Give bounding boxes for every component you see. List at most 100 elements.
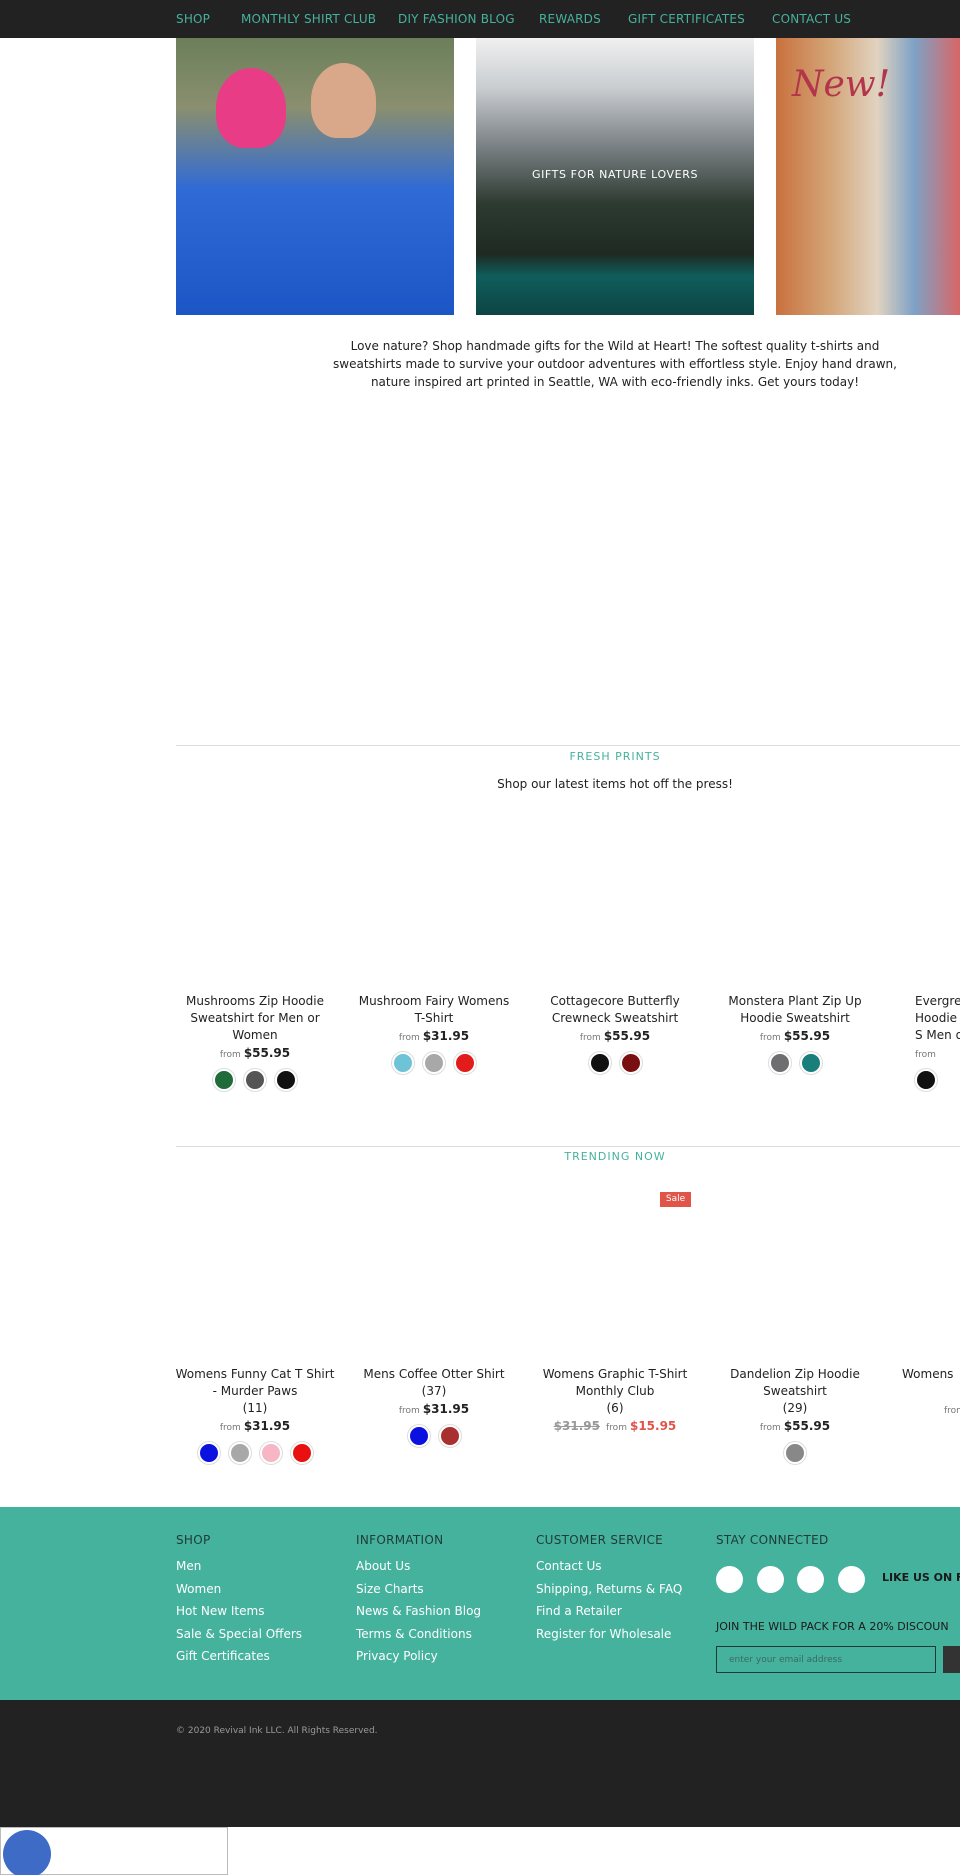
product-title[interactable]: Womens Funny Cat T Shirt - Murder Paws <box>175 1366 335 1400</box>
footer-link-hot-new-items[interactable]: Hot New Items <box>176 1604 264 1618</box>
color-swatch[interactable] <box>454 1052 476 1074</box>
footer-link-gift-certificates[interactable]: Gift Certificates <box>176 1649 270 1663</box>
product-card[interactable]: Mushrooms Zip Hoodie Sweatshirt for Men … <box>175 993 335 1091</box>
color-swatch[interactable] <box>290 1442 313 1464</box>
product-price: from $55.95 <box>535 1029 695 1043</box>
divider <box>176 1146 960 1147</box>
product-title[interactable]: Mushroom Fairy Womens T-Shirt <box>354 993 514 1027</box>
product-card[interactable]: Mens Coffee Otter Shirt (37) from $31.95 <box>354 1366 514 1447</box>
price-from-label: from <box>759 1033 781 1043</box>
twitter-icon[interactable] <box>838 1566 865 1593</box>
color-swatch[interactable] <box>438 1425 461 1447</box>
color-swatch[interactable] <box>275 1069 297 1091</box>
footer-link-wholesale[interactable]: Register for Wholesale <box>536 1627 671 1641</box>
nav-rewards[interactable]: REWARDS <box>539 12 601 26</box>
color-swatch[interactable] <box>259 1442 282 1464</box>
price-from-label: from <box>219 1423 241 1433</box>
product-card-clip: Evergre Hoodie S Men o from <box>900 993 960 1103</box>
review-count: (6) <box>606 1401 624 1415</box>
color-swatch[interactable] <box>244 1069 266 1091</box>
product-card[interactable]: Evergre Hoodie S Men o from <box>900 993 960 1091</box>
product-title[interactable]: Cottagecore Butterfly Crewneck Sweatshir… <box>535 993 695 1027</box>
review-count: (37) <box>421 1384 447 1398</box>
product-card[interactable]: Dandelion Zip Hoodie Sweatshirt (29) fro… <box>715 1366 875 1464</box>
newsletter-submit-button[interactable] <box>943 1646 960 1673</box>
color-swatch[interactable] <box>915 1069 937 1091</box>
product-title[interactable]: Evergre Hoodie S Men o <box>915 993 960 1044</box>
product-card[interactable]: Mushroom Fairy Womens T-Shirt from $31.95 <box>354 993 514 1074</box>
intro-text: Love nature? Shop handmade gifts for the… <box>333 339 897 389</box>
product-title[interactable]: Dandelion Zip Hoodie Sweatshirt <box>715 1366 875 1400</box>
product-title[interactable]: Womens <box>902 1366 960 1383</box>
pinterest-icon[interactable] <box>797 1566 824 1593</box>
footer-shop-heading: SHOP <box>176 1533 211 1547</box>
footer-link-about-us[interactable]: About Us <box>356 1559 410 1573</box>
product-card[interactable]: Womens Funny Cat T Shirt - Murder Paws (… <box>175 1366 335 1464</box>
facebook-icon[interactable] <box>716 1566 743 1593</box>
color-swatch[interactable] <box>392 1052 414 1074</box>
footer-link-news-blog[interactable]: News & Fashion Blog <box>356 1604 481 1618</box>
color-swatch[interactable] <box>213 1069 235 1091</box>
product-price: from $55.95 <box>715 1029 875 1043</box>
nav-monthly-shirt-club[interactable]: MONTHLY SHIRT CLUB <box>241 12 376 26</box>
footer-stay-connected-heading: STAY CONNECTED <box>716 1533 829 1547</box>
product-title[interactable]: Womens Graphic T-Shirt Monthly Club <box>535 1366 695 1400</box>
color-swatch[interactable] <box>799 1052 822 1074</box>
nav-diy-fashion-blog[interactable]: DIY FASHION BLOG <box>398 12 515 26</box>
color-swatch[interactable] <box>588 1052 611 1074</box>
price-value: $55.95 <box>783 1419 831 1433</box>
color-swatches <box>715 1052 875 1074</box>
color-swatch[interactable] <box>228 1442 251 1464</box>
footer-link-privacy[interactable]: Privacy Policy <box>356 1649 438 1663</box>
price-from-label: from <box>606 1423 627 1433</box>
review-count: (11) <box>242 1401 268 1415</box>
newsletter-email-input[interactable] <box>716 1646 936 1673</box>
hero-image-couple[interactable] <box>176 38 454 315</box>
fresh-prints-heading: FRESH PRINTS <box>569 750 661 763</box>
price-value: $31.95 <box>243 1419 291 1433</box>
color-swatch[interactable] <box>619 1052 642 1074</box>
nav-gift-certificates[interactable]: GIFT CERTIFICATES <box>628 12 745 26</box>
product-card[interactable]: Womens from <box>900 1366 960 1416</box>
color-swatches <box>535 1052 695 1074</box>
price-value: $55.95 <box>783 1029 831 1043</box>
product-price: from $55.95 <box>715 1419 875 1433</box>
product-card[interactable]: Monstera Plant Zip Up Hoodie Sweatshirt … <box>715 993 875 1074</box>
footer-link-sale-offers[interactable]: Sale & Special Offers <box>176 1627 302 1641</box>
color-swatch[interactable] <box>197 1442 220 1464</box>
footer-link-size-charts[interactable]: Size Charts <box>356 1582 424 1596</box>
product-price: from <box>915 1046 960 1060</box>
instagram-icon[interactable] <box>757 1566 784 1593</box>
color-swatch[interactable] <box>768 1052 791 1074</box>
price-from-label: from <box>944 1406 960 1416</box>
footer-link-contact-us[interactable]: Contact Us <box>536 1559 602 1573</box>
footer-link-women[interactable]: Women <box>176 1582 221 1596</box>
color-swatch[interactable] <box>423 1052 445 1074</box>
hero-person-face <box>311 63 376 138</box>
footer-link-terms[interactable]: Terms & Conditions <box>356 1627 472 1641</box>
copyright-text: © 2020 Revival Ink LLC. All Rights Reser… <box>176 1726 378 1736</box>
product-price: from <box>902 1402 960 1416</box>
product-title[interactable]: Mens Coffee Otter Shirt <box>354 1366 514 1383</box>
hero-image-nature[interactable]: GIFTS FOR NATURE LOVERS <box>476 38 754 315</box>
price-from-label: from <box>915 1050 936 1060</box>
color-swatch[interactable] <box>784 1442 806 1464</box>
product-card[interactable]: Cottagecore Butterfly Crewneck Sweatshir… <box>535 993 695 1074</box>
chat-bubble-icon[interactable] <box>3 1830 51 1875</box>
footer-link-men[interactable]: Men <box>176 1559 201 1573</box>
nav-shop[interactable]: SHOP <box>176 12 210 26</box>
chat-widget[interactable] <box>0 1827 228 1875</box>
product-title[interactable]: Mushrooms Zip Hoodie Sweatshirt for Men … <box>175 993 335 1044</box>
footer-link-find-retailer[interactable]: Find a Retailer <box>536 1604 622 1618</box>
nav-contact-us[interactable]: CONTACT US <box>772 12 851 26</box>
color-swatch[interactable] <box>407 1425 430 1447</box>
footer: SHOP Men Women Hot New Items Sale & Spec… <box>0 1507 960 1700</box>
hero-caption: GIFTS FOR NATURE LOVERS <box>531 168 699 181</box>
product-card[interactable]: Womens Graphic T-Shirt Monthly Club (6) … <box>535 1366 695 1433</box>
footer-link-shipping-returns[interactable]: Shipping, Returns & FAQ <box>536 1582 682 1596</box>
hero-image-new[interactable]: New! <box>776 38 960 315</box>
product-title[interactable]: Monstera Plant Zip Up Hoodie Sweatshirt <box>715 993 875 1027</box>
color-swatches <box>175 1442 335 1464</box>
trending-now-heading: TRENDING NOW <box>564 1150 666 1163</box>
price-from-label: from <box>759 1423 781 1433</box>
